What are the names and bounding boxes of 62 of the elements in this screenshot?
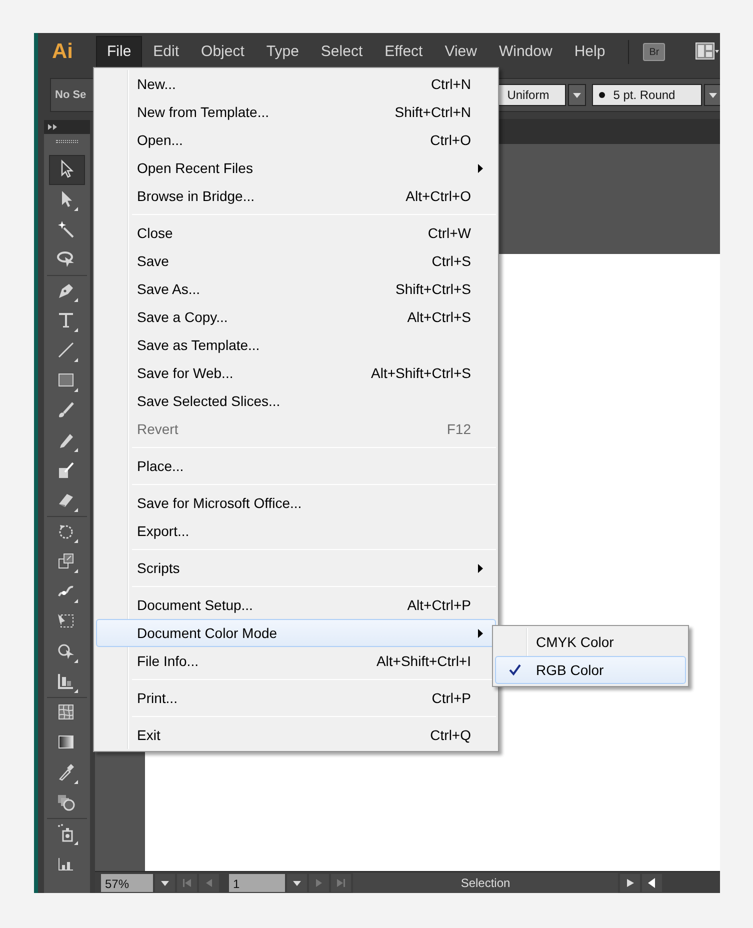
last-page-icon [336, 878, 346, 888]
expand-icon[interactable] [48, 124, 58, 130]
page-field[interactable]: 1 [229, 874, 285, 892]
grip-handle[interactable] [56, 140, 78, 143]
menu-item[interactable]: Save as Template... [96, 331, 496, 359]
menu-item[interactable]: Object [190, 36, 256, 68]
menu-item[interactable]: New... Ctrl+N [96, 70, 496, 98]
menu-item[interactable]: Window [488, 36, 564, 68]
menu-item[interactable]: Browse in Bridge... Alt+Ctrl+O [96, 182, 496, 210]
dot-icon [599, 92, 606, 98]
layout-icon[interactable] [695, 42, 720, 62]
next-icon [314, 878, 324, 888]
menu-item[interactable]: Save for Microsoft Office... [96, 489, 496, 517]
menu-item[interactable]: Save As... Shift+Ctrl+S [96, 275, 496, 303]
selection-label: No Se [55, 88, 86, 103]
app-logo: Ai [51, 39, 74, 66]
menu-item[interactable]: File Info... Alt+Shift+Ctrl+I [96, 647, 496, 675]
zoom-field[interactable]: 57% [101, 874, 153, 892]
menu-item[interactable]: Save for Web... Alt+Shift+Ctrl+S [96, 359, 496, 387]
menu-item[interactable]: Place... [96, 452, 496, 480]
play-button[interactable] [620, 874, 640, 892]
caret-icon [709, 92, 718, 98]
first-page-icon [182, 878, 192, 888]
menu-item[interactable]: Save Selected Slices... [96, 387, 496, 415]
menu-item[interactable]: Exit Ctrl+Q [96, 721, 496, 749]
menu-item[interactable]: Print... Ctrl+P [96, 684, 496, 712]
caret-button[interactable] [287, 874, 307, 892]
caret-button[interactable] [155, 874, 175, 892]
back-icon [647, 878, 657, 888]
dropdown-button[interactable] [568, 84, 586, 106]
menu-item[interactable]: Type [255, 36, 310, 68]
menu-item[interactable]: RGB Color [495, 656, 686, 684]
menu-item[interactable]: Select [310, 36, 374, 68]
menu-item[interactable]: Open Recent Files [96, 154, 496, 182]
menu-item[interactable]: Document Setup... Alt+Ctrl+P [96, 591, 496, 619]
brush-dropdown[interactable]: 5 pt. Round [592, 84, 702, 106]
menu-item[interactable]: Save a Copy... Alt+Ctrl+S [96, 303, 496, 331]
bridge-button[interactable]: Br [643, 43, 666, 61]
status-tool-label: Selection [353, 872, 618, 892]
brush-label: 5 pt. Round [613, 87, 676, 104]
caret-icon [573, 92, 582, 98]
menu-item[interactable]: CMYK Color [495, 628, 686, 656]
menu-item[interactable]: Effect [374, 36, 434, 68]
tool-button[interactable] [48, 155, 84, 185]
dropdown-button[interactable] [704, 84, 720, 106]
menu-item[interactable]: File [96, 36, 142, 68]
previous-button[interactable] [199, 874, 219, 892]
last-page-button[interactable] [331, 874, 351, 892]
menu-item[interactable]: Edit [142, 36, 190, 68]
menu-item[interactable]: View [434, 36, 488, 68]
menu-item[interactable]: Save Ctrl+S [96, 247, 496, 275]
stroke-profile-dropdown[interactable]: Uniform [496, 84, 566, 106]
back-button[interactable] [642, 874, 662, 892]
menu-item[interactable]: Document Color Mode [96, 619, 496, 647]
menu-item[interactable]: Export... [96, 517, 496, 545]
menu-item[interactable]: Open... Ctrl+O [96, 126, 496, 154]
previous-icon [204, 878, 214, 888]
menu-item[interactable]: Close Ctrl+W [96, 219, 496, 247]
menu-item[interactable]: Help [563, 36, 616, 68]
menu-item[interactable]: Scripts [96, 554, 496, 582]
menu-item[interactable]: New from Template... Shift+Ctrl+N [96, 98, 496, 126]
play-icon [625, 878, 635, 888]
